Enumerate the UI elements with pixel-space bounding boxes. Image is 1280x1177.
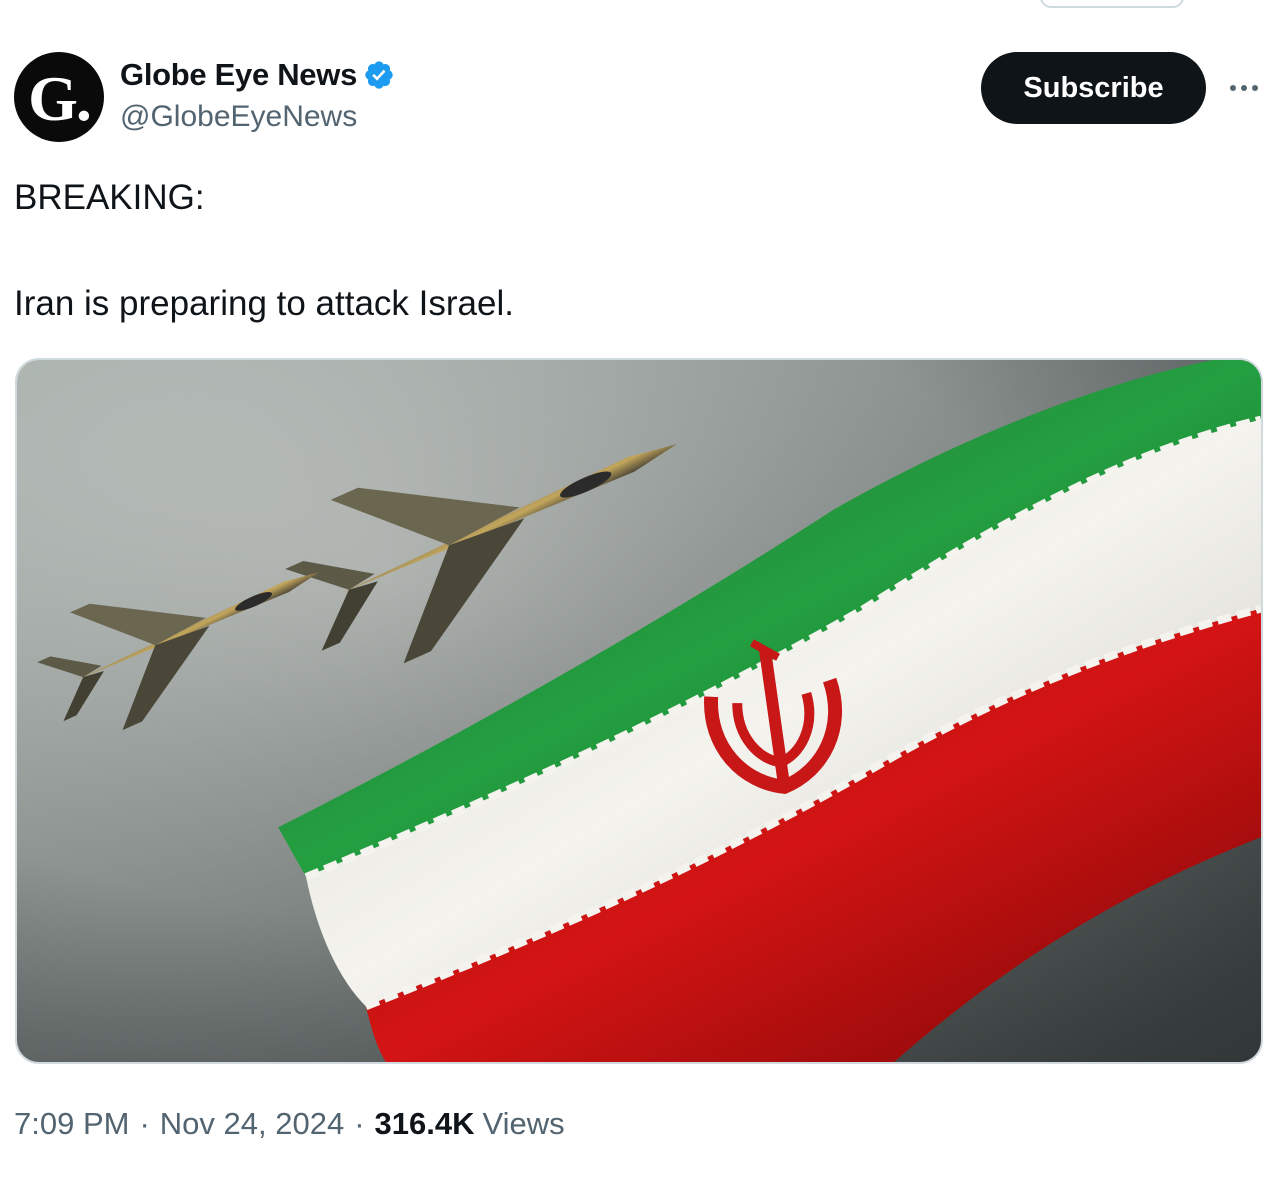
more-dot [1241, 85, 1247, 91]
tweet-date[interactable]: Nov 24, 2024 [160, 1106, 344, 1142]
verified-badge-icon [363, 59, 395, 91]
tweet-meta-row: 7:09 PM · Nov 24, 2024 · 316.4K Views [14, 1106, 565, 1142]
more-dot [1230, 85, 1236, 91]
avatar[interactable]: G. [14, 52, 104, 142]
tweet-text-line-2: Iran is preparing to attack Israel. [14, 284, 514, 323]
author-display-name[interactable]: Globe Eye News [120, 57, 357, 93]
more-options-icon[interactable] [1224, 70, 1264, 106]
meta-separator: · [139, 1106, 150, 1141]
meta-separator: · [354, 1106, 365, 1141]
tweet-time[interactable]: 7:09 PM [14, 1106, 129, 1142]
tweet-media-image[interactable] [15, 358, 1263, 1064]
author-handle[interactable]: @GlobeEyeNews [120, 100, 357, 134]
subscribe-button[interactable]: Subscribe [981, 52, 1206, 124]
more-dot [1252, 85, 1258, 91]
author-name-row[interactable]: Globe Eye News [120, 56, 395, 94]
avatar-logo-letter: G. [28, 63, 92, 134]
views-count[interactable]: 316.4K [375, 1106, 475, 1142]
tweet-text-line-1: BREAKING: [14, 178, 205, 217]
flag-and-jets-illustration [17, 360, 1261, 1062]
top-pill-decoration [1040, 0, 1184, 8]
views-label[interactable]: Views [483, 1106, 565, 1142]
